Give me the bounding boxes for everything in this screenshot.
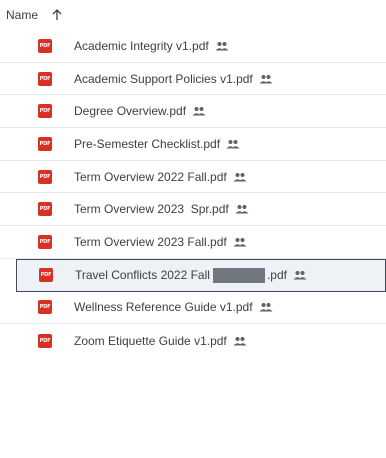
shared-people-icon bbox=[233, 237, 247, 247]
name-column-header[interactable]: Name bbox=[6, 8, 38, 22]
shared-people-icon bbox=[235, 205, 249, 214]
file-name: Pre-Semester Checklist.pdf bbox=[74, 137, 240, 151]
file-name: Term Overview 2022 Fall.pdf bbox=[74, 170, 247, 184]
file-row[interactable]: PDF Academic Integrity v1.pdf bbox=[0, 30, 386, 63]
file-row[interactable]: PDF Pre-Semester Checklist.pdf bbox=[0, 128, 386, 161]
file-row[interactable]: PDF Degree Overview.pdf bbox=[0, 95, 386, 129]
shared-people-icon bbox=[233, 172, 247, 182]
file-name: Academic Integrity v1.pdf bbox=[74, 39, 229, 53]
shared-people-icon bbox=[259, 303, 273, 312]
pdf-icon: PDF bbox=[38, 234, 52, 249]
file-row[interactable]: PDF Term Overview 2023 Spr.pdf bbox=[0, 193, 386, 227]
shared-people-icon bbox=[233, 336, 247, 346]
file-name: Zoom Etiquette Guide v1.pdf bbox=[74, 334, 247, 348]
file-name: Degree Overview.pdf bbox=[74, 104, 206, 118]
arrow-up-icon[interactable] bbox=[50, 8, 64, 22]
pdf-icon: PDF bbox=[38, 71, 52, 86]
shared-people-icon bbox=[226, 139, 240, 149]
pdf-icon: PDF bbox=[38, 300, 52, 315]
pdf-icon: PDF bbox=[39, 268, 53, 283]
file-row[interactable]: PDF Wellness Reference Guide v1.pdf bbox=[0, 292, 386, 325]
pdf-icon: PDF bbox=[38, 38, 52, 53]
file-row[interactable]: PDF Term Overview 2023 Fall.pdf bbox=[0, 226, 386, 259]
redaction-block bbox=[212, 267, 265, 283]
file-list: PDF Academic Integrity v1.pdf PDF Academ… bbox=[0, 30, 386, 357]
file-name: Academic Support Policies v1.pdf bbox=[74, 72, 273, 86]
pdf-icon: PDF bbox=[38, 169, 52, 184]
file-row[interactable]: PDF Zoom Etiquette Guide v1.pdf bbox=[0, 324, 386, 357]
file-row[interactable]: PDF Academic Support Policies v1.pdf bbox=[0, 63, 386, 96]
file-name: Term Overview 2023 Spr.pdf bbox=[74, 202, 249, 216]
shared-people-icon bbox=[293, 271, 307, 280]
file-row[interactable]: PDF Term Overview 2022 Fall.pdf bbox=[0, 161, 386, 194]
shared-people-icon bbox=[259, 74, 273, 84]
file-name: Term Overview 2023 Fall.pdf bbox=[74, 235, 247, 249]
pdf-icon: PDF bbox=[38, 136, 52, 151]
column-header: Name bbox=[0, 0, 386, 30]
pdf-icon: PDF bbox=[38, 333, 52, 348]
file-name: Travel Conflicts 2022 Fall .pdf bbox=[75, 267, 307, 283]
shared-people-icon bbox=[192, 107, 206, 116]
pdf-icon: PDF bbox=[38, 104, 52, 119]
file-row-selected[interactable]: PDF Travel Conflicts 2022 Fall .pdf bbox=[16, 258, 386, 292]
file-name: Wellness Reference Guide v1.pdf bbox=[74, 300, 273, 314]
shared-people-icon bbox=[215, 41, 229, 51]
pdf-icon: PDF bbox=[38, 202, 52, 217]
